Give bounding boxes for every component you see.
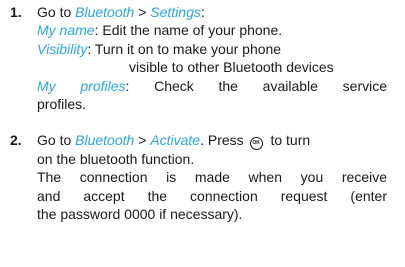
step-2-instruction: Go to Bluetooth > Activate. Press OK to … bbox=[37, 131, 387, 150]
visibility-line-2: visible to other Bluetooth devices bbox=[129, 59, 334, 76]
connection-line-1: The connection is made when you receive bbox=[37, 169, 387, 186]
go-to-text: Go to bbox=[37, 132, 76, 148]
visibility-line: Visibility: Turn it on to make your phon… bbox=[37, 40, 387, 58]
step-2-line-2: on the bluetooth function. bbox=[37, 151, 195, 167]
menu-activate: Activate bbox=[150, 132, 201, 148]
my-profiles-label: My profiles bbox=[37, 77, 126, 94]
menu-settings: Settings bbox=[150, 4, 201, 20]
press-text: . Press bbox=[200, 132, 244, 148]
to-turn-text: to turn bbox=[270, 132, 311, 148]
ok-key-icon: OK bbox=[249, 137, 263, 150]
go-to-text: Go to bbox=[37, 4, 76, 20]
my-name-label: My name bbox=[37, 22, 95, 39]
step-1-instruction: Go to Bluetooth > Settings: bbox=[37, 3, 387, 21]
visibility-text: : Turn it on to make your phone bbox=[87, 40, 282, 57]
menu-bluetooth: Bluetooth bbox=[75, 132, 135, 148]
visibility-label: Visibility bbox=[37, 40, 88, 57]
my-profiles-text: : Check the available service bbox=[125, 77, 388, 94]
colon: : bbox=[200, 4, 205, 20]
my-profiles-line: My profiles: Check the available service bbox=[37, 77, 387, 95]
step-2: 2. Go to Bluetooth > Activate. Press OK … bbox=[10, 131, 387, 224]
step-number: 2. bbox=[10, 132, 22, 148]
menu-separator: > bbox=[134, 4, 151, 20]
step-1: 1. Go to Bluetooth > Settings: My name: … bbox=[10, 3, 387, 113]
menu-bluetooth: Bluetooth bbox=[75, 4, 135, 20]
connection-line-3: the password 0000 if necessary). bbox=[37, 206, 243, 223]
connection-line-2: and accept the connection request (enter bbox=[37, 187, 387, 204]
my-profiles-line-2: profiles. bbox=[37, 96, 87, 113]
manual-page: 1. Go to Bluetooth > Settings: My name: … bbox=[0, 0, 405, 267]
my-name-line: My name: Edit the name of your phone. bbox=[37, 21, 387, 39]
step-number: 1. bbox=[10, 4, 22, 20]
menu-separator: > bbox=[134, 132, 151, 148]
my-name-text: : Edit the name of your phone. bbox=[94, 22, 283, 39]
